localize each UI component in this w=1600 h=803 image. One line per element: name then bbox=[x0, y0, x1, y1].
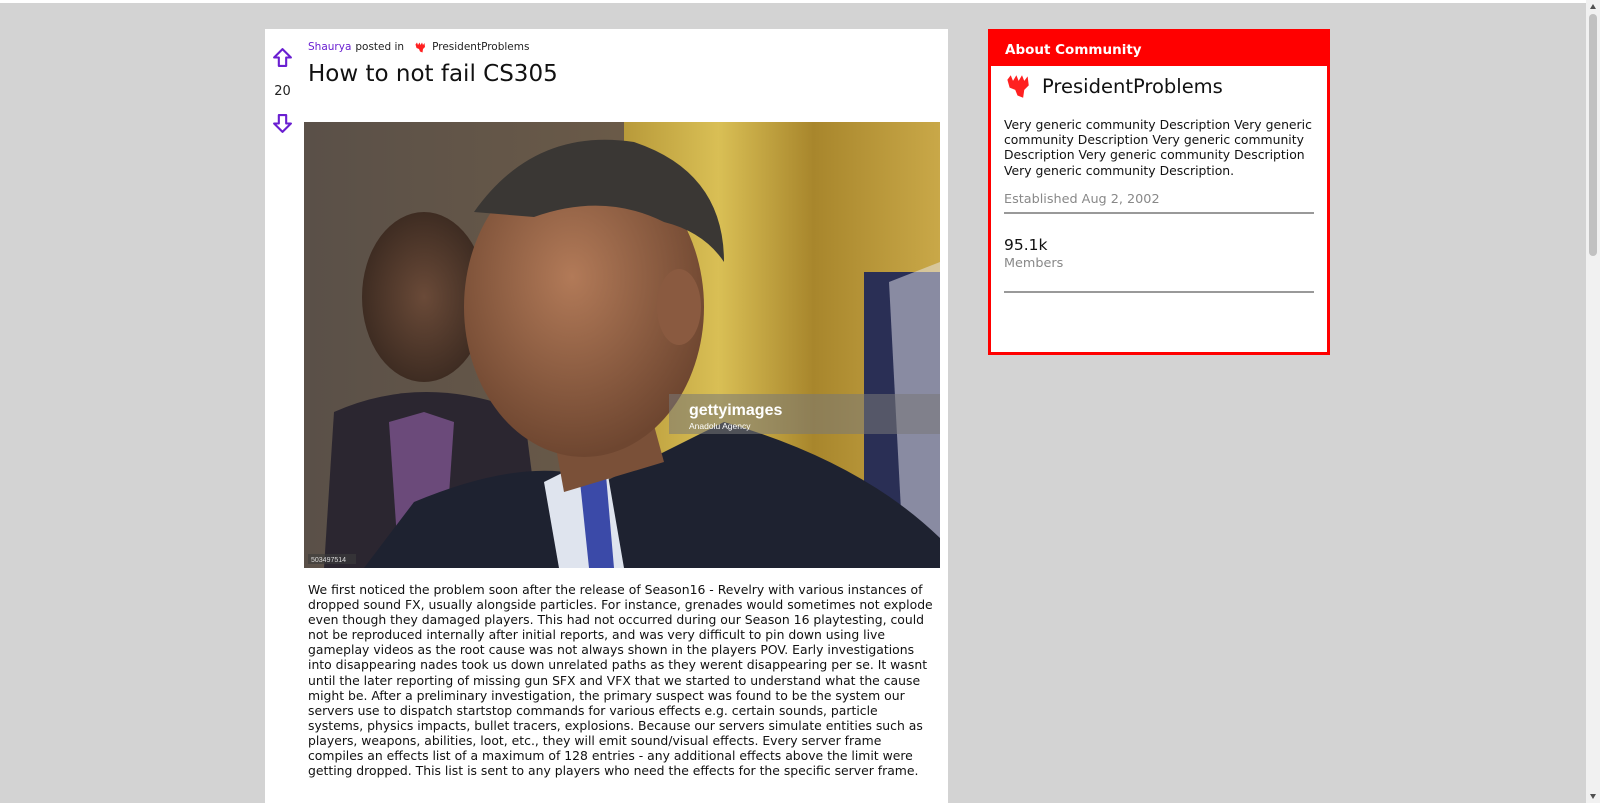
community-link[interactable]: PresidentProblems bbox=[432, 41, 529, 53]
fist-logo-icon bbox=[415, 42, 426, 52]
community-name[interactable]: PresidentProblems bbox=[1042, 75, 1223, 98]
arrow-up-icon[interactable] bbox=[272, 47, 293, 68]
community-row: PresidentProblems bbox=[1004, 74, 1327, 99]
post-card: 20 Shaurya posted in PresidentProblems H… bbox=[265, 29, 948, 803]
community-description: Very generic community Description Very … bbox=[1004, 117, 1312, 178]
vote-count: 20 bbox=[274, 84, 291, 99]
scrollbar-thumb[interactable] bbox=[1589, 14, 1597, 256]
about-community-card: About Community PresidentProblems Very g… bbox=[988, 29, 1330, 355]
page-scrollbar[interactable] bbox=[1586, 0, 1600, 803]
arrow-down-icon[interactable] bbox=[272, 113, 293, 134]
members-label: Members bbox=[1004, 255, 1064, 271]
members-count: 95.1k bbox=[1004, 235, 1048, 254]
established-date: Established Aug 2, 2002 bbox=[1004, 192, 1314, 214]
author-link[interactable]: Shaurya bbox=[308, 41, 351, 53]
divider bbox=[1004, 290, 1314, 293]
watermark-credit: Anadolu Agency bbox=[689, 421, 751, 431]
scroll-down-arrow-icon[interactable] bbox=[1589, 792, 1597, 800]
about-header: About Community bbox=[991, 32, 1327, 66]
top-edge bbox=[0, 0, 1600, 3]
post-title: How to not fail CS305 bbox=[308, 61, 558, 87]
image-id-tag: 503497514 bbox=[311, 557, 346, 564]
post-meta: Shaurya posted in PresidentProblems bbox=[308, 41, 529, 53]
watermark-brand: gettyimages bbox=[689, 402, 782, 419]
fist-logo-icon bbox=[1007, 75, 1029, 98]
post-body: We first noticed the problem soon after … bbox=[308, 582, 933, 779]
scroll-up-arrow-icon[interactable] bbox=[1589, 3, 1597, 11]
post-photo-graphic: gettyimages Anadolu Agency 503497514 bbox=[304, 122, 940, 568]
post-image: gettyimages Anadolu Agency 503497514 bbox=[304, 122, 940, 568]
posted-in-label: posted in bbox=[355, 41, 405, 53]
